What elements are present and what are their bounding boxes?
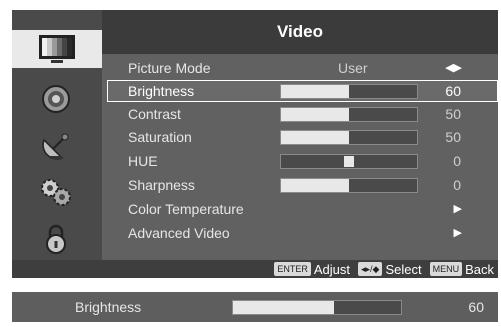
tv-picture-icon bbox=[39, 35, 75, 63]
select-hint: Select bbox=[385, 261, 422, 277]
menu-key-badge: MENU bbox=[429, 262, 463, 276]
enter-key-badge: ENTER bbox=[274, 262, 311, 276]
menu-row-hue[interactable]: HUE 0 bbox=[102, 150, 498, 172]
menu-row-picture-mode[interactable]: Picture Mode User ◀▶ bbox=[102, 57, 498, 79]
row-value: User bbox=[338, 60, 368, 76]
back-hint: Back bbox=[465, 261, 494, 277]
sharpness-slider[interactable] bbox=[280, 178, 418, 193]
row-value: 60 bbox=[445, 83, 461, 99]
row-label: Color Temperature bbox=[128, 201, 244, 217]
row-value: 0 bbox=[453, 153, 461, 169]
row-value: 50 bbox=[445, 106, 461, 122]
row-label: Brightness bbox=[128, 83, 195, 99]
slider-fill bbox=[281, 131, 349, 144]
row-label: Advanced Video bbox=[128, 225, 230, 241]
brightness-slider[interactable] bbox=[280, 84, 418, 99]
menu-row-brightness[interactable]: Brightness 60 bbox=[102, 80, 498, 102]
menu-row-saturation[interactable]: Saturation 50 bbox=[102, 126, 498, 148]
menu-row-contrast[interactable]: Contrast 50 bbox=[102, 103, 498, 125]
sidebar-item-channel[interactable] bbox=[20, 127, 92, 165]
menu-row-color-temperature[interactable]: Color Temperature ▶ bbox=[102, 198, 498, 220]
row-value: 0 bbox=[453, 177, 461, 193]
nav-key-badge: ◂▸/◆ bbox=[357, 262, 383, 276]
submenu-arrow-icon: ▶ bbox=[453, 227, 462, 239]
row-label: Sharpness bbox=[128, 177, 195, 193]
slider-fill bbox=[281, 108, 349, 121]
page-title: Video bbox=[102, 10, 498, 54]
adjust-slider[interactable] bbox=[232, 300, 402, 315]
gears-icon bbox=[41, 179, 71, 206]
osd-menu: Video Picture Mode User ◀▶ Brightness 60… bbox=[12, 10, 498, 278]
adjust-value: 60 bbox=[468, 299, 484, 315]
sidebar-item-setup[interactable] bbox=[20, 173, 92, 211]
slider-fill bbox=[281, 179, 349, 192]
speaker-icon bbox=[42, 85, 70, 113]
satellite-dish-icon bbox=[42, 133, 69, 160]
contrast-slider[interactable] bbox=[280, 107, 418, 122]
row-value: 50 bbox=[445, 129, 461, 145]
video-menu: Picture Mode User ◀▶ Brightness 60 Contr… bbox=[102, 54, 498, 260]
left-right-arrows-icon: ◀▶ bbox=[445, 62, 462, 74]
slider-fill bbox=[233, 301, 334, 314]
submenu-arrow-icon: ▶ bbox=[453, 203, 462, 215]
row-label: HUE bbox=[128, 153, 158, 169]
menu-row-advanced-video[interactable]: Advanced Video ▶ bbox=[102, 222, 498, 244]
saturation-slider[interactable] bbox=[280, 130, 418, 145]
sidebar-item-picture[interactable] bbox=[12, 30, 102, 68]
sidebar bbox=[12, 10, 102, 260]
adjust-label: Brightness bbox=[75, 299, 142, 315]
sidebar-item-audio[interactable] bbox=[20, 80, 92, 118]
row-label: Contrast bbox=[128, 106, 181, 122]
sidebar-item-lock[interactable] bbox=[20, 220, 92, 258]
menu-row-sharpness[interactable]: Sharpness 0 bbox=[102, 174, 498, 196]
hue-slider[interactable] bbox=[280, 154, 418, 169]
brightness-adjust-bar: Brightness 60 bbox=[12, 292, 498, 322]
lock-icon bbox=[46, 224, 66, 254]
row-label: Saturation bbox=[128, 129, 192, 145]
row-label: Picture Mode bbox=[128, 60, 211, 76]
slider-knob[interactable] bbox=[344, 156, 354, 167]
adjust-hint: Adjust bbox=[313, 261, 350, 277]
footer-hint-bar: ENTER Adjust ◂▸/◆ Select MENU Back bbox=[12, 260, 498, 278]
slider-fill bbox=[281, 85, 349, 98]
